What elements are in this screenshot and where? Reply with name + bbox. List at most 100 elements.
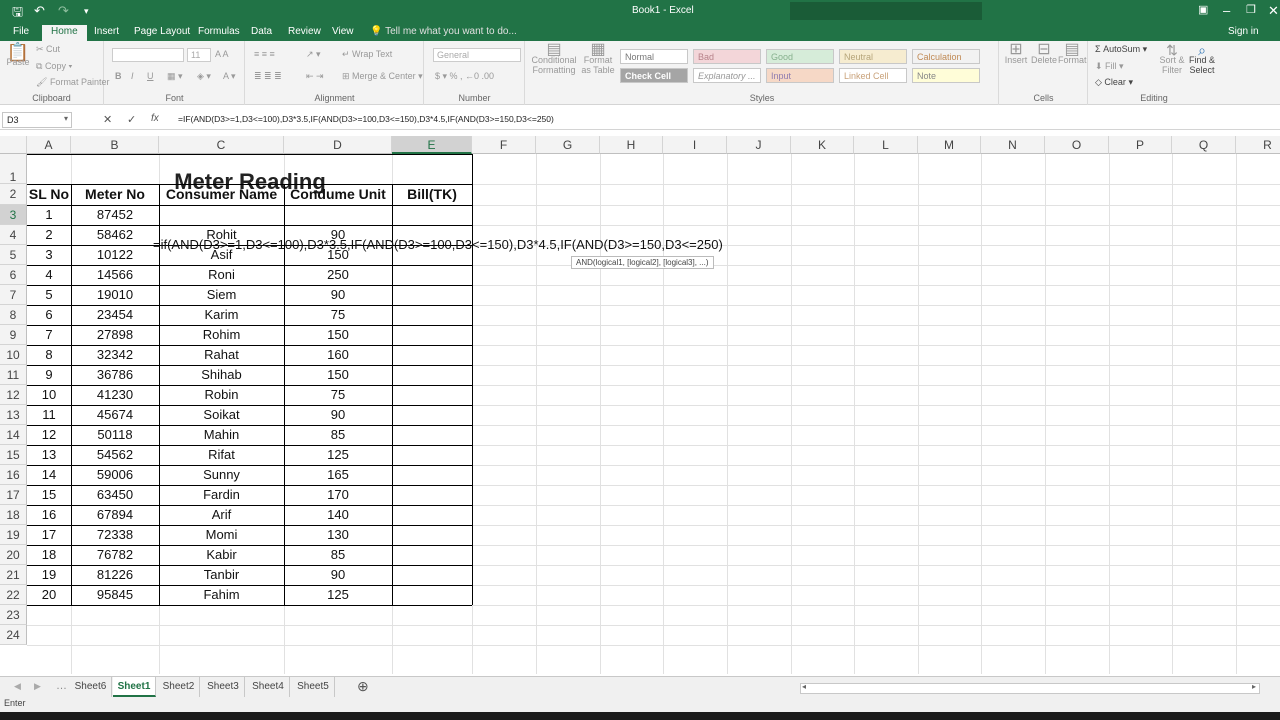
table-cell[interactable]: Rahat: [159, 347, 284, 362]
customize-quick-access-icon[interactable]: ▾: [84, 6, 89, 17]
table-cell[interactable]: 75: [284, 307, 392, 322]
table-cell[interactable]: 36786: [71, 367, 159, 382]
table-cell[interactable]: 160: [284, 347, 392, 362]
row-header-8[interactable]: 8: [0, 305, 27, 325]
table-cell[interactable]: Sunny: [159, 467, 284, 482]
row-header-23[interactable]: 23: [0, 605, 27, 625]
table-cell[interactable]: 170: [284, 487, 392, 502]
italic-button[interactable]: I: [131, 71, 134, 81]
table-cell[interactable]: 23454: [71, 307, 159, 322]
table-cell[interactable]: Tanbir: [159, 567, 284, 582]
sheet-tab-overflow-icon[interactable]: …: [56, 680, 67, 692]
sheet-tab-sheet6[interactable]: Sheet6: [70, 677, 112, 697]
bold-button[interactable]: B: [115, 71, 122, 81]
close-icon[interactable]: ✕: [1268, 3, 1279, 19]
table-cell[interactable]: 18: [27, 547, 71, 562]
table-cell[interactable]: 125: [284, 587, 392, 602]
table-cell[interactable]: 3: [27, 247, 71, 262]
table-cell[interactable]: Shihab: [159, 367, 284, 382]
paste-button[interactable]: 📋 Paste: [4, 43, 32, 67]
tab-formulas[interactable]: Formulas: [189, 25, 249, 41]
table-cell[interactable]: 13: [27, 447, 71, 462]
table-cell[interactable]: 8: [27, 347, 71, 362]
column-header-m[interactable]: M: [918, 136, 981, 154]
font-grow-icon[interactable]: A A: [215, 49, 229, 59]
sheet-tab-sheet5[interactable]: Sheet5: [292, 677, 335, 697]
format-cells-button[interactable]: ▤ Format: [1058, 42, 1087, 66]
scroll-left-icon[interactable]: ◀: [14, 681, 21, 692]
cancel-icon[interactable]: ✕: [103, 113, 112, 126]
tab-file[interactable]: File: [4, 25, 38, 41]
style-linked-cell[interactable]: Linked Cell: [839, 68, 907, 83]
fill-button[interactable]: ⬇ Fill ▾: [1095, 61, 1124, 72]
sort-filter-button[interactable]: ⇅ Sort & Filter: [1159, 43, 1185, 75]
row-header-3[interactable]: 3: [0, 205, 27, 225]
sheet-tab-sheet4[interactable]: Sheet4: [247, 677, 290, 697]
table-cell[interactable]: 140: [284, 507, 392, 522]
row-header-7[interactable]: 7: [0, 285, 27, 305]
table-cell[interactable]: 45674: [71, 407, 159, 422]
insert-cells-button[interactable]: ⊞ Insert: [1002, 42, 1030, 66]
table-cell[interactable]: 87452: [71, 207, 159, 222]
tab-insert[interactable]: Insert: [85, 25, 128, 41]
column-header-e[interactable]: E: [392, 136, 472, 154]
autosum-button[interactable]: Σ AutoSum ▾: [1095, 44, 1147, 55]
table-cell[interactable]: Karim: [159, 307, 284, 322]
minimize-icon[interactable]: –: [1223, 3, 1230, 18]
column-header-p[interactable]: P: [1109, 136, 1172, 154]
fill-color-icon[interactable]: ◈ ▾: [197, 71, 211, 82]
scrollbar-left-icon[interactable]: ◂: [802, 682, 806, 691]
column-header-o[interactable]: O: [1045, 136, 1109, 154]
column-header-d[interactable]: D: [284, 136, 392, 154]
table-header-cell[interactable]: Consumer Name: [159, 186, 284, 202]
row-header-20[interactable]: 20: [0, 545, 27, 565]
table-cell[interactable]: 20: [27, 587, 71, 602]
table-cell[interactable]: 75: [284, 387, 392, 402]
format-painter-button[interactable]: 🖌 Format Painter: [36, 77, 109, 88]
column-header-i[interactable]: I: [663, 136, 727, 154]
table-header-cell[interactable]: Bill(TK): [392, 186, 472, 202]
row-header-1[interactable]: 1: [0, 154, 27, 184]
row-header-13[interactable]: 13: [0, 405, 27, 425]
style-good[interactable]: Good: [766, 49, 834, 64]
table-cell[interactable]: 58462: [71, 227, 159, 242]
wrap-text-button[interactable]: ↵ Wrap Text: [342, 49, 392, 60]
style-neutral[interactable]: Neutral: [839, 49, 907, 64]
find-select-button[interactable]: ⌕ Find & Select: [1187, 43, 1217, 75]
table-cell[interactable]: 7: [27, 327, 71, 342]
column-header-r[interactable]: R: [1236, 136, 1280, 154]
table-cell[interactable]: 59006: [71, 467, 159, 482]
row-header-12[interactable]: 12: [0, 385, 27, 405]
row-header-16[interactable]: 16: [0, 465, 27, 485]
table-cell[interactable]: 5: [27, 287, 71, 302]
save-icon[interactable]: 🖫: [12, 3, 23, 25]
table-cell[interactable]: 165: [284, 467, 392, 482]
redo-icon[interactable]: ↷: [58, 3, 69, 19]
merge-center-button[interactable]: ⊞ Merge & Center ▾: [342, 71, 423, 82]
column-header-k[interactable]: K: [791, 136, 854, 154]
table-cell[interactable]: 16: [27, 507, 71, 522]
name-box-dropdown-icon[interactable]: ▾: [64, 114, 68, 123]
style-check-cell[interactable]: Check Cell: [620, 68, 688, 83]
row-header-6[interactable]: 6: [0, 265, 27, 285]
formula-input[interactable]: =IF(AND(D3>=1,D3<=100),D3*3.5,IF(AND(D3>…: [178, 114, 554, 124]
sign-in-link[interactable]: Sign in: [1228, 26, 1259, 37]
style-input[interactable]: Input: [766, 68, 834, 83]
table-cell[interactable]: Roni: [159, 267, 284, 282]
table-cell[interactable]: 27898: [71, 327, 159, 342]
underline-button[interactable]: U: [147, 71, 154, 81]
table-cell[interactable]: 81226: [71, 567, 159, 582]
delete-cells-button[interactable]: ⊟ Delete: [1030, 42, 1058, 66]
tab-view[interactable]: View: [323, 25, 363, 41]
column-header-j[interactable]: J: [727, 136, 791, 154]
row-header-4[interactable]: 4: [0, 225, 27, 245]
format-as-table-button[interactable]: ▦ Format as Table: [578, 42, 618, 76]
column-header-h[interactable]: H: [600, 136, 663, 154]
table-cell[interactable]: 63450: [71, 487, 159, 502]
borders-icon[interactable]: ▦ ▾: [167, 71, 183, 82]
table-cell[interactable]: Soikat: [159, 407, 284, 422]
horizontal-scrollbar[interactable]: [800, 683, 1260, 694]
name-box[interactable]: D3: [2, 112, 72, 128]
align-left-icons[interactable]: ≣ ≣ ≣: [254, 71, 282, 82]
row-header-5[interactable]: 5: [0, 245, 27, 265]
